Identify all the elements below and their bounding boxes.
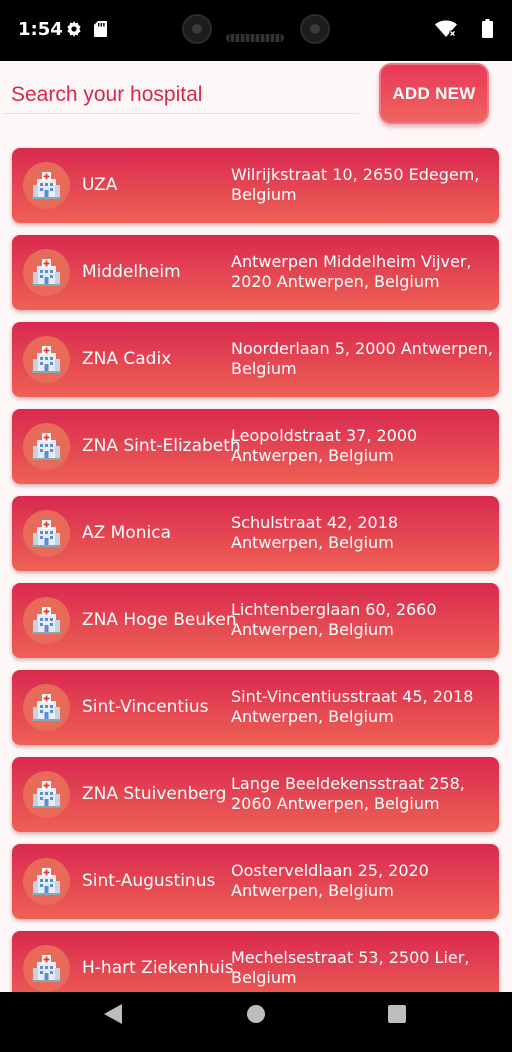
hospital-card[interactable]: UZA Wilrijkstraat 10, 2650 Edegem, Belgiu… <box>12 148 499 223</box>
front-camera-icon <box>182 14 212 44</box>
hospital-card[interactable]: ZNA Hoge Beuken Lichtenberglaan 60, 2660 … <box>12 583 499 658</box>
gear-icon <box>67 21 81 37</box>
hospital-icon <box>23 945 70 992</box>
hospital-address: Lange Beeldekensstraat 258, 2060 Antwerp… <box>231 774 465 813</box>
hospital-name: ZNA Sint-Elizabeth <box>82 436 241 456</box>
app-screen: ADD NEW UZA Wilrijkstraat 10, 2650 Edegem… <box>0 61 512 992</box>
hospital-name: ZNA Stuivenberg <box>82 784 227 804</box>
hospital-address: Mechelsestraat 53, 2500 Lier, Belgium <box>231 948 470 987</box>
hospital-name: Sint-Vincentius <box>82 697 209 717</box>
hospital-address: Lichtenberglaan 60, 2660 Antwerpen, Belg… <box>231 600 437 639</box>
navigation-bar <box>0 992 512 1052</box>
hospital-address: Antwerpen Middelheim Vijver, 2020 Antwer… <box>231 252 472 291</box>
wifi-icon <box>435 20 457 38</box>
recents-icon[interactable] <box>388 1005 406 1023</box>
search-underline <box>4 113 359 114</box>
hospital-name: AZ Monica <box>82 523 172 543</box>
add-new-button[interactable]: ADD NEW <box>379 63 489 124</box>
hospital-address: Oosterveldlaan 25, 2020 Antwerpen, Belgi… <box>231 861 429 900</box>
hospital-card[interactable]: ZNA Stuivenberg Lange Beeldekensstraat 25… <box>12 757 499 832</box>
sd-card-icon <box>94 21 107 37</box>
hospital-card[interactable]: H-hart Ziekenhuis Mechelsestraat 53, 2500… <box>12 931 499 992</box>
status-bar: 1:54 <box>0 0 512 61</box>
hospital-address: Noorderlaan 5, 2000 Antwerpen, Belgium <box>231 339 493 378</box>
header: ADD NEW <box>0 61 512 133</box>
hospital-icon <box>23 249 70 296</box>
hospital-name: ZNA Cadix <box>82 349 172 369</box>
hospital-icon <box>23 423 70 470</box>
back-icon[interactable] <box>104 1004 122 1024</box>
hospital-icon <box>23 684 70 731</box>
hospital-card[interactable]: ZNA Sint-Elizabeth Leopoldstraat 37, 2000… <box>12 409 499 484</box>
hospital-card[interactable]: Sint-Vincentius Sint-Vincentiusstraat 45,… <box>12 670 499 745</box>
hospital-address: Leopoldstraat 37, 2000 Antwerpen, Belgiu… <box>231 426 418 465</box>
hospital-card[interactable]: Sint-Augustinus Oosterveldlaan 25, 2020 A… <box>12 844 499 919</box>
hospital-name: ZNA Hoge Beuken <box>82 610 237 630</box>
hospital-icon <box>23 771 70 818</box>
hospital-icon <box>23 597 70 644</box>
status-time: 1:54 <box>18 19 63 40</box>
hospital-icon <box>23 162 70 209</box>
hospital-card[interactable]: ZNA Cadix Noorderlaan 5, 2000 Antwerpen, … <box>12 322 499 397</box>
hospital-name: Middelheim <box>82 262 181 282</box>
hospital-address: Schulstraat 42, 2018 Antwerpen, Belgium <box>231 513 399 552</box>
battery-icon <box>482 19 493 38</box>
camera-notch <box>168 0 346 56</box>
hospital-name: Sint-Augustinus <box>82 871 216 891</box>
speaker-grille <box>226 34 284 42</box>
hospital-card[interactable]: AZ Monica Schulstraat 42, 2018 Antwerpen,… <box>12 496 499 571</box>
hospital-name: H-hart Ziekenhuis <box>82 958 234 978</box>
hospital-address: Sint-Vincentiusstraat 45, 2018 Antwerpen… <box>231 687 474 726</box>
hospital-name: UZA <box>82 175 118 195</box>
front-sensor-icon <box>300 14 330 44</box>
search-input[interactable] <box>11 75 351 115</box>
hospital-card[interactable]: Middelheim Antwerpen Middelheim Vijver, 2… <box>12 235 499 310</box>
hospital-icon <box>23 858 70 905</box>
hospital-icon <box>23 336 70 383</box>
home-icon[interactable] <box>247 1005 265 1023</box>
hospital-address: Wilrijkstraat 10, 2650 Edegem, Belgium <box>231 165 480 204</box>
hospital-icon <box>23 510 70 557</box>
